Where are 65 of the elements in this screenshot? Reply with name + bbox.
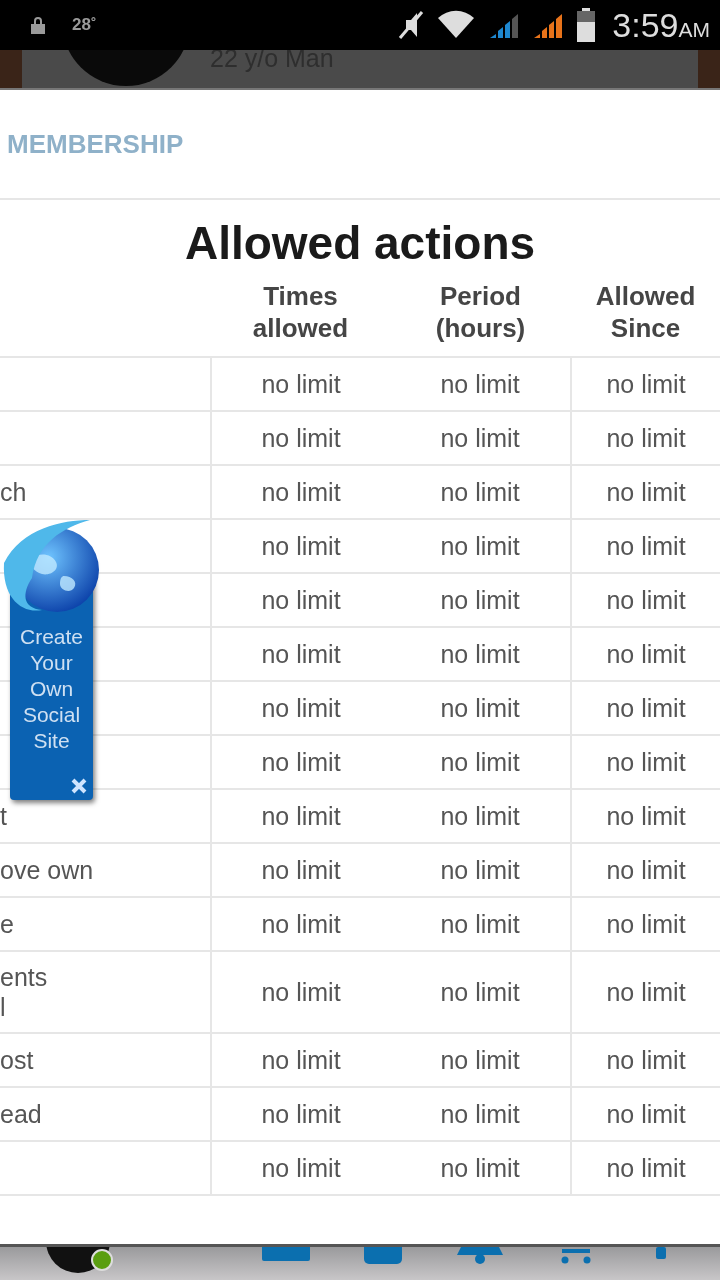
table-cell: no limit [440, 1153, 520, 1182]
table-cell: no limit [261, 1099, 341, 1128]
table-cell: no limit [440, 423, 520, 452]
temperature: 28˚ [72, 15, 97, 35]
online-dot [91, 1249, 113, 1271]
table-cell: no limit [261, 801, 341, 830]
table-cell: no limit [261, 585, 341, 614]
table-cell: no limit [440, 639, 520, 668]
mute-icon [398, 10, 425, 40]
action-name: t [0, 801, 7, 832]
column-header: Period (hours) [434, 280, 527, 344]
table-cell: no limit [261, 531, 341, 560]
table-cell: no limit [261, 747, 341, 776]
table-cell: no limit [440, 1099, 520, 1128]
table-cell: no limit [261, 369, 341, 398]
table-cell: no limit [440, 855, 520, 884]
table-cell: no limit [606, 423, 686, 452]
table-cell: no limit [440, 1045, 520, 1074]
table-cell: no limit [440, 747, 520, 776]
table-cell: no limit [440, 977, 520, 1006]
wifi-icon [436, 10, 477, 40]
table-cell: no limit [606, 531, 686, 560]
table-cell: no limit [606, 801, 686, 830]
table-cell: no limit [261, 693, 341, 722]
table-cell: no limit [606, 747, 686, 776]
table-cell: no limit [261, 477, 341, 506]
table-cell: no limit [261, 423, 341, 452]
table-cell: no limit [606, 1153, 686, 1182]
table-cell: no limit [440, 909, 520, 938]
table-cell: no limit [606, 855, 686, 884]
table-cell: no limit [606, 477, 686, 506]
column-header: Times allowed [251, 280, 350, 344]
battery-icon [576, 8, 597, 42]
table-cell: no limit [440, 585, 520, 614]
action-name: e [0, 909, 14, 940]
promo-text: Create Your Own Social Site [19, 624, 84, 754]
table-cell: no limit [261, 909, 341, 938]
table-cell: no limit [606, 585, 686, 614]
table-cell: no limit [606, 977, 686, 1006]
table-cell: no limit [261, 855, 341, 884]
table-cell: no limit [606, 693, 686, 722]
table-cell: no limit [440, 477, 520, 506]
table-cell: no limit [261, 1045, 341, 1074]
lock-icon [30, 16, 46, 34]
clock: 3:59AM [612, 5, 710, 45]
table-cell: no limit [440, 369, 520, 398]
table-cell: no limit [440, 693, 520, 722]
action-name: ch [0, 477, 27, 508]
table-cell: no limit [606, 1099, 686, 1128]
table-cell: no limit [261, 1153, 341, 1182]
table-cell: no limit [261, 977, 341, 1006]
table-cell: no limit [606, 369, 686, 398]
action-name: ost [0, 1045, 34, 1076]
table-cell: no limit [440, 531, 520, 560]
table-cell: no limit [606, 1045, 686, 1074]
table-cell: no limit [606, 639, 686, 668]
table-cell: no limit [261, 639, 341, 668]
action-name: ead [0, 1099, 42, 1130]
close-icon[interactable] [71, 778, 87, 794]
table-cell: no limit [440, 801, 520, 830]
action-name: ents l [0, 962, 48, 1023]
action-name: ove own [0, 855, 94, 886]
modal-title: Allowed actions [183, 216, 537, 270]
table-cell: no limit [606, 909, 686, 938]
column-header: Allowed Since [594, 280, 697, 344]
